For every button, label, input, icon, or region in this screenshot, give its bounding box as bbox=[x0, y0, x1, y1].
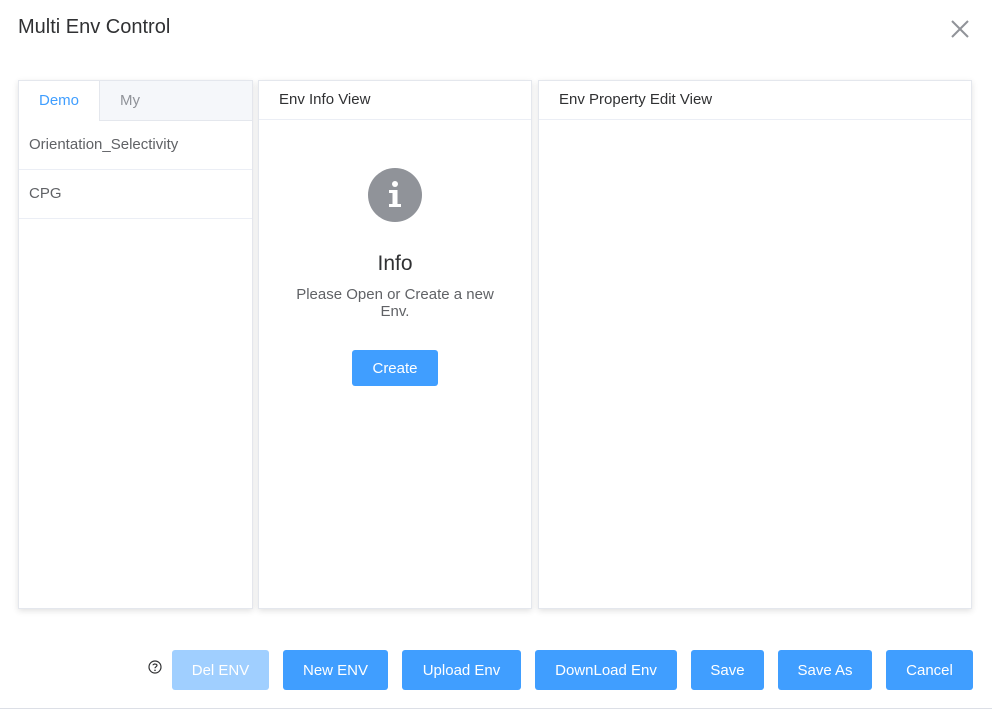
info-title: Info bbox=[377, 252, 413, 275]
del-env-button[interactable]: Del ENV bbox=[172, 650, 269, 690]
env-list-item-orientation-selectivity[interactable]: Orientation_Selectivity bbox=[19, 121, 252, 170]
dialog-title: Multi Env Control bbox=[18, 16, 171, 38]
upload-env-button[interactable]: Upload Env bbox=[402, 650, 521, 690]
cancel-button[interactable]: Cancel bbox=[886, 650, 973, 690]
info-message: Please Open or Create a new Env. bbox=[296, 286, 494, 320]
bottom-divider bbox=[0, 708, 992, 709]
env-list-panel: Demo My Orientation_Selectivity CPG bbox=[18, 80, 253, 609]
save-as-button[interactable]: Save As bbox=[778, 650, 872, 690]
new-env-button[interactable]: New ENV bbox=[283, 650, 388, 690]
tab-demo[interactable]: Demo bbox=[19, 81, 101, 121]
env-info-body: Info Please Open or Create a new Env. Cr… bbox=[259, 120, 531, 386]
env-property-header: Env Property Edit View bbox=[539, 81, 971, 120]
env-info-header: Env Info View bbox=[259, 81, 531, 120]
env-property-panel: Env Property Edit View bbox=[538, 80, 972, 609]
download-env-button[interactable]: DownLoad Env bbox=[535, 650, 677, 690]
env-info-panel: Env Info View Info Please Open or Create… bbox=[258, 80, 532, 609]
close-icon bbox=[951, 20, 969, 38]
info-icon bbox=[368, 168, 422, 222]
question-circle-icon[interactable] bbox=[148, 660, 162, 674]
env-tabs: Demo My bbox=[19, 81, 252, 121]
save-button[interactable]: Save bbox=[691, 650, 764, 690]
env-list-item-cpg[interactable]: CPG bbox=[19, 170, 252, 219]
dialog-footer: Del ENV New ENV Upload Env DownLoad Env … bbox=[0, 650, 992, 690]
create-button[interactable]: Create bbox=[352, 350, 438, 386]
close-button[interactable] bbox=[947, 16, 973, 42]
tab-my[interactable]: My bbox=[100, 81, 160, 120]
